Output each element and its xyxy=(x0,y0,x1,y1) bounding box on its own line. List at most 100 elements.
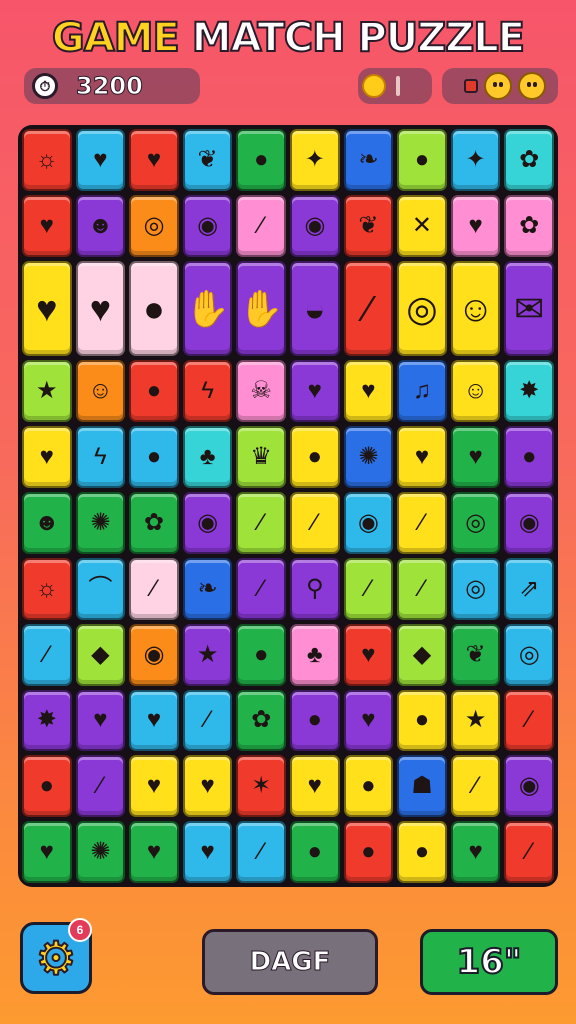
tile-tomato-icon[interactable]: ● xyxy=(343,821,394,883)
tile-donut-icon[interactable]: ◎ xyxy=(504,623,554,686)
tile-leaf-icon[interactable]: ❧ xyxy=(343,129,394,191)
tile-leaf-icon[interactable]: ⁄ xyxy=(129,557,179,620)
tile-mushroom-icon[interactable]: ☻ xyxy=(75,194,126,257)
tile-apple-icon[interactable]: ● xyxy=(343,755,394,818)
tile-star-icon[interactable]: ★ xyxy=(450,689,501,752)
tile-lemon-icon[interactable]: ◎ xyxy=(450,557,501,620)
tile-plant-icon[interactable]: ♣ xyxy=(290,623,340,686)
tile-chili-icon[interactable]: ⁄ xyxy=(397,492,447,554)
tile-apple-icon[interactable]: ● xyxy=(236,129,286,191)
tile-spark-icon[interactable]: ✶ xyxy=(236,755,286,818)
tile-speech-bubble-icon[interactable]: ❦ xyxy=(450,623,501,686)
tile-heart-icon[interactable]: ♥ xyxy=(22,821,72,883)
tile-strawberry-icon[interactable]: ● xyxy=(397,689,447,752)
tile-heart-icon[interactable]: ♥ xyxy=(343,360,394,423)
tile-snail-icon[interactable]: ◎ xyxy=(397,260,447,357)
tile-carrot-icon[interactable]: ⁄ xyxy=(236,557,286,620)
tile-heart-icon[interactable]: ♥ xyxy=(343,623,394,686)
tile-star-icon[interactable]: ★ xyxy=(182,623,233,686)
tile-fruit-icon[interactable]: ♥ xyxy=(22,260,72,357)
tile-cookie-icon[interactable]: ✺ xyxy=(75,492,126,554)
tile-eye-icon[interactable]: ◉ xyxy=(129,623,179,686)
tile-balloon-icon[interactable]: ● xyxy=(129,260,179,357)
tile-speech-bubble-icon[interactable]: ◉ xyxy=(504,492,554,554)
tile-strawberry-icon[interactable]: ● xyxy=(22,755,72,818)
tile-flower-icon[interactable]: ✿ xyxy=(504,129,554,191)
tile-cheese-icon[interactable]: ◆ xyxy=(75,623,126,686)
tile-eye-icon[interactable]: ◉ xyxy=(182,194,233,257)
tile-feather-icon[interactable]: ⁄ xyxy=(22,623,72,686)
tile-apple-icon[interactable]: ♥ xyxy=(182,755,233,818)
tile-pickle-icon[interactable]: ⁄ xyxy=(75,755,126,818)
tile-heart-icon[interactable]: ♥ xyxy=(182,821,233,883)
tile-splash-icon[interactable]: ✸ xyxy=(22,689,72,752)
tile-strawberry-icon[interactable]: ♥ xyxy=(22,194,72,257)
tile-carrot-icon[interactable]: ⁄ xyxy=(236,194,286,257)
tile-feather-icon[interactable]: ⁄ xyxy=(182,689,233,752)
tile-donut-icon[interactable]: ◎ xyxy=(129,194,179,257)
tile-heart-icon[interactable]: ♥ xyxy=(75,689,126,752)
tile-tree-icon[interactable]: ♣ xyxy=(182,426,233,489)
tile-lightning-icon[interactable]: ϟ xyxy=(182,360,233,423)
tile-hand-icon[interactable]: ✋ xyxy=(236,260,286,357)
tile-tomato-icon[interactable]: ● xyxy=(290,689,340,752)
tile-cross-icon[interactable]: ✕ xyxy=(397,194,447,257)
energy-panel[interactable] xyxy=(358,68,432,104)
tile-lightning-icon[interactable]: ϟ xyxy=(75,426,126,489)
action-button[interactable]: DAGF xyxy=(202,929,378,995)
tile-gear-icon[interactable]: ✿ xyxy=(504,194,554,257)
tile-heart-icon[interactable]: ♥ xyxy=(397,426,447,489)
tile-balloon-icon[interactable]: ♥ xyxy=(75,260,126,357)
tile-smiley-icon[interactable]: ☺ xyxy=(450,360,501,423)
tile-speech-bubble-icon[interactable]: ◉ xyxy=(343,492,394,554)
tile-heart-icon[interactable]: ♥ xyxy=(450,194,501,257)
tile-sushi-icon[interactable]: ◒ xyxy=(290,260,340,357)
tile-lemon-icon[interactable]: ● xyxy=(129,426,179,489)
tile-ghost-icon[interactable]: ☗ xyxy=(397,755,447,818)
tile-leaf-icon[interactable]: ✸ xyxy=(504,360,554,423)
tile-heart-icon[interactable]: ♥ xyxy=(343,689,394,752)
tile-star-icon[interactable]: ✦ xyxy=(450,129,501,191)
tile-star-icon[interactable]: ★ xyxy=(22,360,72,423)
tile-strawberry-icon[interactable]: ● xyxy=(397,821,447,883)
tile-apple-icon[interactable]: ● xyxy=(290,426,340,489)
tile-carrot-icon[interactable]: ⁄ xyxy=(236,492,286,554)
tile-music-note-icon[interactable]: ♫ xyxy=(397,360,447,423)
tile-pickle-icon[interactable]: ⁄ xyxy=(343,260,394,357)
tile-sun-icon[interactable]: ☼ xyxy=(22,129,72,191)
tile-speech-bubble-icon[interactable]: ◉ xyxy=(504,755,554,818)
tile-skull-icon[interactable]: ☠ xyxy=(236,360,286,423)
tile-berry-icon[interactable]: ✺ xyxy=(343,426,394,489)
tile-feather-icon[interactable]: ⁄ xyxy=(504,821,554,883)
tile-lips-icon[interactable]: ◉ xyxy=(290,194,340,257)
tile-smiley-icon[interactable]: ☺ xyxy=(75,360,126,423)
tile-envelope-icon[interactable]: ✉ xyxy=(504,260,554,357)
tile-feather-icon[interactable]: ⁄ xyxy=(504,689,554,752)
tile-heart-icon[interactable]: ♥ xyxy=(129,821,179,883)
tile-flower-icon[interactable]: ✿ xyxy=(129,492,179,554)
tile-bear-icon[interactable]: ☻ xyxy=(22,492,72,554)
tile-hand-icon[interactable]: ✋ xyxy=(182,260,233,357)
tile-rocket-icon[interactable]: ⇗ xyxy=(504,557,554,620)
tile-carrot-icon[interactable]: ⁄ xyxy=(397,557,447,620)
tile-lemon-icon[interactable]: ● xyxy=(504,426,554,489)
tile-cactus-icon[interactable]: ❦ xyxy=(343,194,394,257)
tile-carrot-icon[interactable]: ⁄ xyxy=(343,557,394,620)
tile-heart-icon[interactable]: ♥ xyxy=(450,426,501,489)
tile-heart-icon[interactable]: ♥ xyxy=(290,755,340,818)
tile-heart-icon[interactable]: ♥ xyxy=(129,689,179,752)
tile-heart-icon[interactable]: ♥ xyxy=(450,821,501,883)
lives-panel[interactable] xyxy=(442,68,558,104)
tile-smiley-icon[interactable]: ☼ xyxy=(22,557,72,620)
tile-bandage-icon[interactable]: ⁄ xyxy=(236,821,286,883)
tile-leaf-icon[interactable]: ❦ xyxy=(182,129,233,191)
tile-heart-icon[interactable]: ♥ xyxy=(75,129,126,191)
tile-plum-icon[interactable]: ● xyxy=(290,821,340,883)
tile-speech-bubble-icon[interactable]: ◉ xyxy=(182,492,233,554)
tile-lemon-icon[interactable]: ◎ xyxy=(450,492,501,554)
tile-heart-icon[interactable]: ♥ xyxy=(290,360,340,423)
tile-apple-icon[interactable]: ♥ xyxy=(129,755,179,818)
tile-pepper-icon[interactable]: ✦ xyxy=(290,129,340,191)
tile-leaf-icon[interactable]: ❧ xyxy=(182,557,233,620)
tile-doll-icon[interactable]: ☺ xyxy=(450,260,501,357)
